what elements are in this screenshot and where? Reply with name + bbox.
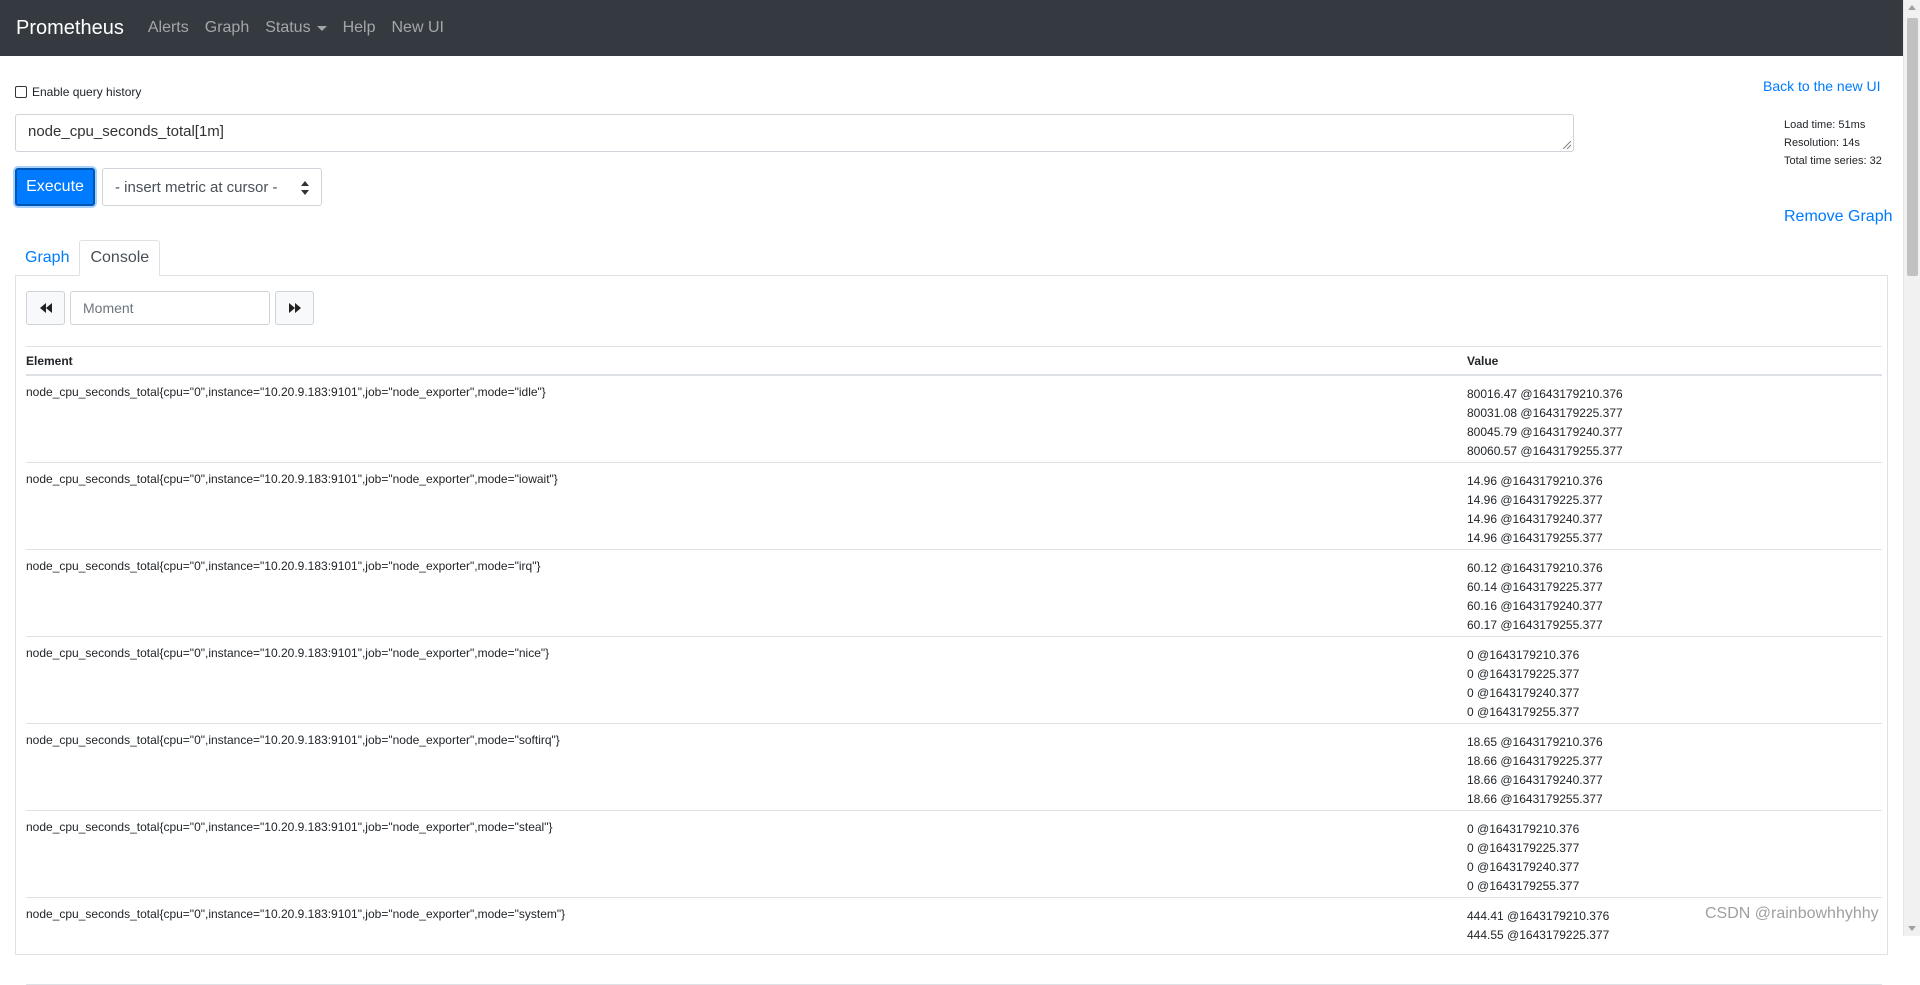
sample-value: 0 @1643179210.376 [1467, 648, 1580, 662]
series-element: node_cpu_seconds_total{cpu="0",instance=… [26, 472, 558, 486]
table-row: node_cpu_seconds_total{cpu="0",instance=… [26, 811, 1882, 898]
sample-value: 14.96 @1643179240.377 [1467, 512, 1603, 526]
sample-value: 0 @1643179255.377 [1467, 705, 1580, 719]
series-element: node_cpu_seconds_total{cpu="0",instance=… [26, 385, 546, 399]
table-row: node_cpu_seconds_total{cpu="0",instance=… [26, 550, 1882, 637]
sample-value: 0 @1643179210.376 [1467, 822, 1580, 836]
nav-status-label: Status [265, 19, 311, 36]
remove-graph-link[interactable]: Remove Graph [1784, 208, 1893, 226]
sample-value: 18.65 @1643179210.376 [1467, 735, 1603, 749]
nav-status[interactable]: Status [265, 19, 327, 37]
nav-help[interactable]: Help [343, 19, 376, 37]
sample-value: 0 @1643179225.377 [1467, 667, 1580, 681]
series-values: 0 @1643179210.376 0 @1643179225.377 0 @164… [1467, 646, 1882, 723]
table-row: node_cpu_seconds_total{cpu="0",instance=… [26, 898, 1882, 985]
series-values: 18.65 @1643179210.376 18.66 @1643179225.3… [1467, 733, 1882, 810]
table-row: node_cpu_seconds_total{cpu="0",instance=… [26, 637, 1882, 724]
sample-value: 80045.79 @1643179240.377 [1467, 425, 1623, 439]
brand-logo[interactable]: Prometheus [16, 17, 124, 40]
query-history-toggle[interactable]: Enable query history [15, 85, 141, 99]
sample-value: 0 @1643179225.377 [1467, 841, 1580, 855]
sample-value: 18.66 @1643179240.377 [1467, 773, 1603, 787]
sample-value: 0 @1643179240.377 [1467, 686, 1580, 700]
query-history-label: Enable query history [32, 85, 142, 99]
sample-value: 18.66 @1643179255.377 [1467, 792, 1603, 806]
scroll-up-icon[interactable] [1908, 5, 1916, 10]
watermark: CSDN @rainbowhhyhhy [1705, 905, 1879, 922]
sample-value: 14.96 @1643179255.377 [1467, 531, 1603, 545]
time-forward-button[interactable] [275, 291, 314, 325]
execute-button[interactable]: Execute [15, 168, 95, 206]
series-element: node_cpu_seconds_total{cpu="0",instance=… [26, 733, 560, 747]
total-time-series: Total time series: 32 [1784, 155, 1882, 167]
sample-value: 60.14 @1643179225.377 [1467, 580, 1603, 594]
expression-text: node_cpu_seconds_total[1m] [28, 123, 224, 140]
table-row: node_cpu_seconds_total{cpu="0",instance=… [26, 376, 1882, 463]
resize-grip-icon[interactable] [1563, 141, 1571, 149]
series-values: 14.96 @1643179210.376 14.96 @1643179225.3… [1467, 472, 1882, 549]
console-panel: Moment Element Value node_cpu_seconds_to… [15, 275, 1888, 985]
table-row: node_cpu_seconds_total{cpu="0",instance=… [26, 724, 1882, 811]
header-element: Element [26, 353, 73, 368]
select-arrows-icon [301, 181, 309, 195]
table-row: node_cpu_seconds_total{cpu="0",instance=… [26, 463, 1882, 550]
series-element: node_cpu_seconds_total{cpu="0",instance=… [26, 820, 553, 834]
sample-value: 80016.47 @1643179210.376 [1467, 387, 1623, 401]
resolution: Resolution: 14s [1784, 137, 1860, 149]
sample-value: 0 @1643179255.377 [1467, 879, 1580, 893]
sample-value: 80060.57 @1643179255.377 [1467, 444, 1623, 458]
series-values: 80016.47 @1643179210.376 80031.08 @164317… [1467, 385, 1882, 462]
sample-value: 0 @1643179240.377 [1467, 860, 1580, 874]
series-element: node_cpu_seconds_total{cpu="0",instance=… [26, 646, 550, 660]
metric-select-value: - insert metric at cursor - [115, 178, 278, 196]
table-body: node_cpu_seconds_total{cpu="0",instance=… [26, 376, 1882, 985]
nav-graph[interactable]: Graph [205, 19, 249, 37]
view-tabs: Graph Console [15, 240, 161, 276]
sample-value: 14.96 @1643179225.377 [1467, 493, 1603, 507]
backward-icon [39, 303, 52, 313]
scroll-down-icon[interactable] [1908, 926, 1916, 931]
series-values: 0 @1643179210.376 0 @1643179225.377 0 @164… [1467, 820, 1882, 897]
tab-graph[interactable]: Graph [15, 240, 79, 276]
sample-value: 60.16 @1643179240.377 [1467, 599, 1603, 613]
page-scrollbar[interactable] [1903, 0, 1920, 936]
series-element: node_cpu_seconds_total{cpu="0",instance=… [26, 907, 566, 921]
query-history-checkbox[interactable] [15, 86, 27, 98]
sample-value: 80031.08 @1643179225.377 [1467, 406, 1623, 420]
sample-value: 14.96 @1643179210.376 [1467, 474, 1603, 488]
series-element: node_cpu_seconds_total{cpu="0",instance=… [26, 559, 541, 573]
scroll-thumb[interactable] [1907, 18, 1918, 276]
header-value: Value [1467, 353, 1499, 368]
tab-console[interactable]: Console [79, 240, 161, 276]
navbar: Prometheus Alerts Graph Status Help New … [0, 0, 1903, 56]
query-stats: Load time: 51ms Resolution: 14s Total ti… [1784, 116, 1882, 170]
moment-input[interactable]: Moment [70, 291, 270, 325]
nav-new-ui[interactable]: New UI [391, 19, 443, 37]
time-navigation: Moment [26, 291, 314, 325]
results-table: Element Value node_cpu_seconds_total{cpu… [26, 346, 1882, 985]
nav-alerts[interactable]: Alerts [148, 19, 189, 37]
sample-value: 18.66 @1643179225.377 [1467, 754, 1603, 768]
time-back-button[interactable] [26, 291, 65, 325]
back-to-new-ui-link[interactable]: Back to the new UI [1763, 78, 1881, 94]
load-time: Load time: 51ms [1784, 119, 1866, 131]
series-values: 60.12 @1643179210.376 60.14 @1643179225.3… [1467, 559, 1882, 636]
expression-input[interactable]: node_cpu_seconds_total[1m] [15, 114, 1574, 152]
metric-select[interactable]: - insert metric at cursor - [102, 168, 322, 206]
caret-down-icon [316, 25, 327, 31]
sample-value: 60.12 @1643179210.376 [1467, 561, 1603, 575]
forward-icon [288, 303, 301, 313]
sample-value: 60.17 @1643179255.377 [1467, 618, 1603, 632]
table-header: Element Value [26, 346, 1882, 376]
